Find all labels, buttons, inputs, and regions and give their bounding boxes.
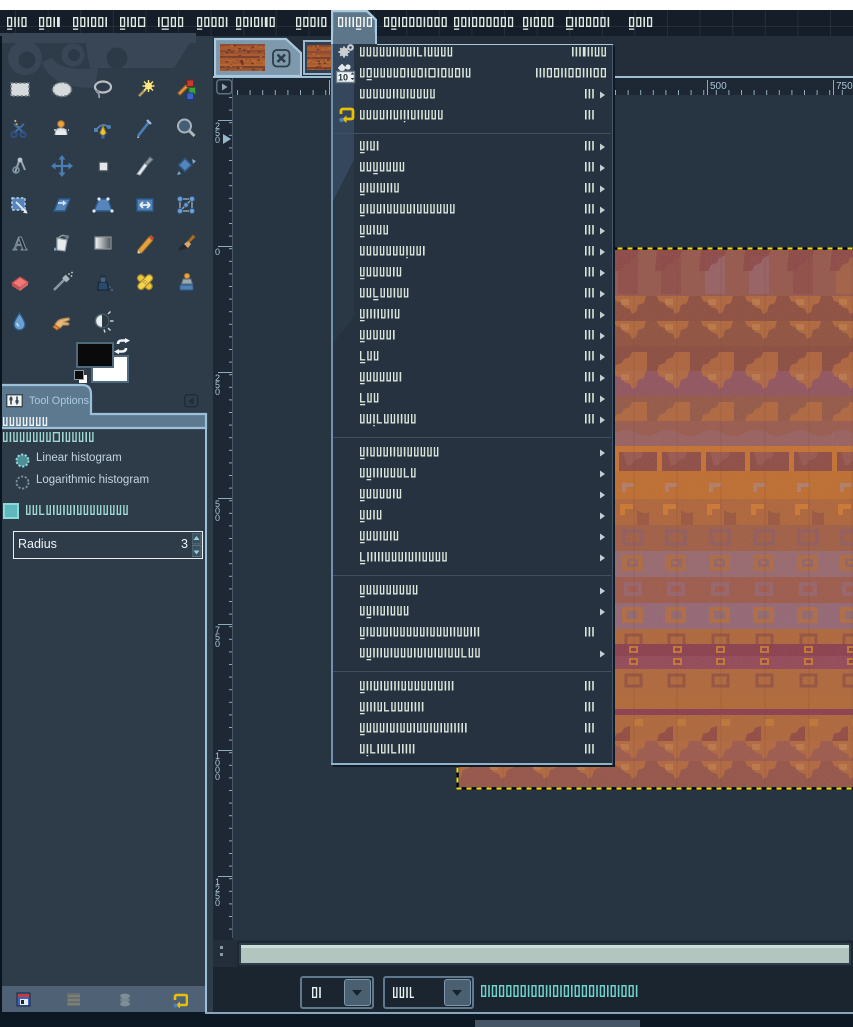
svg-text:0: 0 — [215, 772, 220, 782]
svg-text:750: 750 — [836, 81, 853, 92]
svg-text:A: A — [13, 233, 28, 255]
svg-text:0: 0 — [215, 387, 220, 397]
svg-text:500: 500 — [710, 81, 727, 92]
svg-text:0: 0 — [215, 898, 220, 908]
svg-text:0: 0 — [215, 513, 220, 523]
svg-text:10: 10 — [338, 73, 348, 83]
svg-text:0: 0 — [215, 135, 220, 145]
svg-text:0: 0 — [215, 639, 220, 649]
svg-text:0: 0 — [215, 247, 220, 257]
